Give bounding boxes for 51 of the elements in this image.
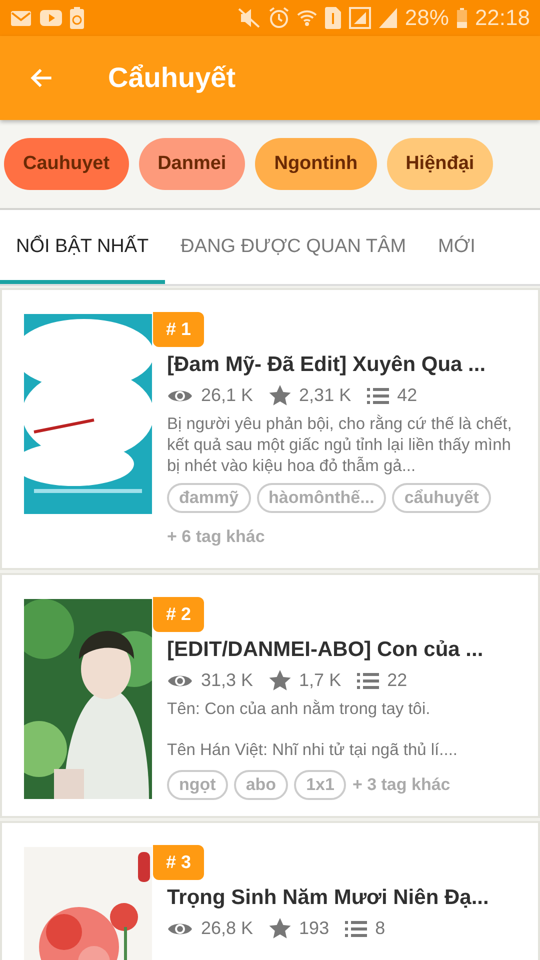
tab[interactable]: ĐANG ĐƯỢC QUAN TÂM xyxy=(164,210,422,284)
battery-saver-icon xyxy=(70,7,84,29)
vote-count: 2,31 K xyxy=(299,385,352,406)
more-tags-link[interactable]: + 6 tag khác xyxy=(167,519,265,555)
chapter-count: 8 xyxy=(375,918,386,939)
tag-label[interactable]: hàomônthế... xyxy=(256,483,386,513)
battery-icon xyxy=(456,8,467,28)
genre-chip[interactable]: Ngontinh xyxy=(255,138,377,190)
rank-badge: # 2 xyxy=(153,597,204,632)
alarm-icon xyxy=(268,7,289,29)
book-description: Bị người yêu phản bội, cho rằng cứ thế là chết, kết quả sau một giấc ngủ tỉnh lại liền thấy mình bị nhét vào kiệu hoa đỏ thẫm gả... xyxy=(167,414,513,477)
battery-level: 28% xyxy=(404,5,449,31)
tab[interactable]: NỔI BẬT NHẤT xyxy=(0,210,165,284)
genre-chip[interactable]: Hiệnđại xyxy=(386,138,494,190)
view-count: 26,8 K xyxy=(201,918,254,939)
clock-time: 22:18 xyxy=(474,5,530,31)
mail-icon xyxy=(10,9,32,27)
genre-chip[interactable]: Danmei xyxy=(138,138,246,190)
rank-badge: # 3 xyxy=(153,845,204,880)
tag-label[interactable]: đammỹ xyxy=(167,483,251,513)
tab[interactable]: MỚI xyxy=(422,210,492,284)
tag-label[interactable]: ngọt xyxy=(167,770,228,800)
view-count: 26,1 K xyxy=(201,385,254,406)
sim-card-icon xyxy=(324,7,341,29)
genre-chip[interactable]: Cauhuyet xyxy=(4,138,129,190)
more-tags-link[interactable]: + 3 tag khác xyxy=(352,767,450,803)
tag-label[interactable]: cẩuhuyết xyxy=(392,483,491,513)
book-description: Tên: Con của anh nằm trong tay tôi. xyxy=(167,699,432,720)
list-icon xyxy=(357,672,380,690)
chapter-count: 22 xyxy=(387,670,408,691)
book-title[interactable]: [Đam Mỹ- Đã Edit] Xuyên Qua ... xyxy=(167,353,524,377)
vote-count: 1,7 K xyxy=(299,670,342,691)
book-description: Tên Hán Việt: Nhĩ nhi tử tại ngã thủ lí.... xyxy=(167,740,458,761)
star-icon xyxy=(269,385,292,406)
book-title[interactable]: [EDIT/DANMEI-ABO] Con của ... xyxy=(167,638,524,662)
chapter-count: 42 xyxy=(397,385,418,406)
star-icon xyxy=(269,670,292,691)
signal-box-icon xyxy=(348,7,371,29)
view-count: 31,3 K xyxy=(201,670,254,691)
tag-label[interactable]: abo xyxy=(234,770,288,800)
mute-icon xyxy=(236,7,261,29)
star-icon xyxy=(269,918,292,939)
screen-title: Cẩuhuyết xyxy=(108,62,236,94)
signal-icon xyxy=(378,8,397,28)
book-title[interactable]: Trọng Sinh Năm Mươi Niên Đạ... xyxy=(167,886,524,910)
list-icon xyxy=(345,920,368,938)
vote-count: 193 xyxy=(299,918,330,939)
play-icon xyxy=(40,10,62,26)
rank-badge: # 1 xyxy=(153,312,204,347)
list-icon xyxy=(367,386,390,404)
tag-label[interactable]: 1x1 xyxy=(294,770,346,800)
